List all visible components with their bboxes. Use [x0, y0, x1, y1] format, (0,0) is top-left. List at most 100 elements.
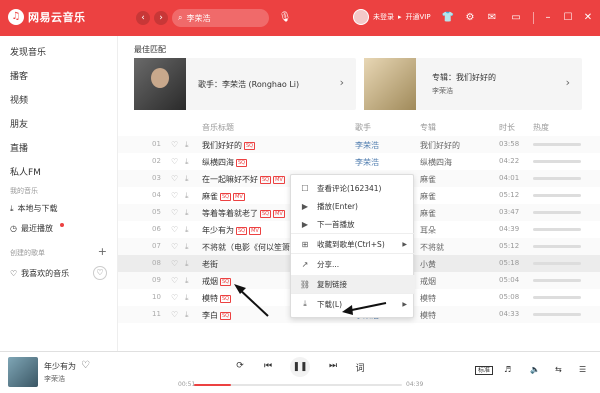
- song-album[interactable]: 不将就: [420, 242, 444, 253]
- mini-mode-icon[interactable]: ▭: [508, 10, 524, 26]
- like-heart-icon[interactable]: ♡: [171, 157, 178, 166]
- song-title[interactable]: 老街: [202, 259, 218, 270]
- minimize-icon[interactable]: –: [540, 10, 556, 26]
- sound-effect-icon[interactable]: ♬: [504, 365, 511, 374]
- next-icon[interactable]: ⏭: [326, 361, 340, 371]
- vip-link[interactable]: 开通VIP: [406, 12, 431, 22]
- back-button[interactable]: ‹: [136, 11, 150, 25]
- shirt-icon[interactable]: 👕: [440, 10, 456, 26]
- forward-button[interactable]: ›: [154, 11, 168, 25]
- download-icon[interactable]: ⤓: [185, 157, 189, 167]
- sidebar-item-podcast[interactable]: 播客: [10, 69, 28, 82]
- like-heart-icon[interactable]: ♡: [171, 174, 178, 183]
- like-heart-icon[interactable]: ♡: [171, 293, 178, 302]
- playlist-icon[interactable]: ☰: [579, 365, 586, 374]
- now-playing-artist[interactable]: 李荣浩: [44, 374, 65, 384]
- sidebar-item-friends[interactable]: 朋友: [10, 117, 28, 130]
- col-album[interactable]: 专辑: [420, 122, 436, 133]
- download-icon[interactable]: ⤓: [185, 259, 189, 269]
- pause-button[interactable]: ❚❚: [290, 357, 310, 377]
- song-album[interactable]: 麻雀: [420, 208, 436, 219]
- like-heart-icon[interactable]: ♡: [171, 259, 178, 268]
- like-icon[interactable]: ♡: [81, 360, 90, 371]
- download-icon[interactable]: ⤓: [185, 276, 189, 286]
- song-album[interactable]: 麻雀: [420, 174, 436, 185]
- song-title[interactable]: 麻雀 SQ MV: [202, 191, 245, 202]
- now-playing-cover[interactable]: [8, 357, 38, 387]
- heartbeat-mode-icon[interactable]: ♡: [93, 266, 107, 280]
- context-menu-item[interactable]: ▶ 播放(Enter): [291, 197, 415, 215]
- album-card[interactable]: 专辑：我们好好的 李荣浩 ›: [364, 58, 582, 110]
- volume-icon[interactable]: 🔈: [530, 365, 540, 374]
- voice-search-icon[interactable]: 🎙: [278, 11, 292, 25]
- song-title[interactable]: 在一起嘛好不好 SQ MV: [202, 174, 285, 185]
- song-artist[interactable]: 李荣浩: [355, 157, 379, 168]
- sidebar-item-video[interactable]: 视频: [10, 93, 28, 106]
- col-artist[interactable]: 歌手: [355, 122, 371, 133]
- song-album[interactable]: 模特: [420, 293, 436, 304]
- avatar[interactable]: [353, 9, 369, 25]
- table-row[interactable]: 02 ♡ ⤓ 纵横四海 SQ 李荣浩 纵横四海 04:22: [118, 153, 600, 170]
- sidebar-item-local-download[interactable]: ⤓ 本地与下载: [10, 203, 58, 214]
- song-artist[interactable]: 李荣浩: [355, 140, 379, 151]
- song-title[interactable]: 等着等着就老了 SQ MV: [202, 208, 285, 219]
- sidebar-item-discover[interactable]: 发现音乐: [10, 45, 46, 58]
- song-album[interactable]: 小黄: [420, 259, 436, 270]
- download-icon[interactable]: ⤓: [185, 208, 189, 218]
- like-heart-icon[interactable]: ♡: [171, 191, 178, 200]
- song-title[interactable]: 戒烟 SQ: [202, 276, 232, 287]
- like-heart-icon[interactable]: ♡: [171, 208, 178, 217]
- col-duration[interactable]: 时长: [499, 122, 515, 133]
- song-title[interactable]: 李白 SQ: [202, 310, 232, 321]
- col-title[interactable]: 音乐标题: [202, 122, 234, 133]
- song-title[interactable]: 年少有为 SQ MV: [202, 225, 261, 236]
- sidebar-item-fm[interactable]: 私人FM: [10, 165, 41, 178]
- song-album[interactable]: 耳朵: [420, 225, 436, 236]
- context-menu-item[interactable]: ☐ 查看评论(162341): [291, 179, 415, 197]
- sidebar-item-live[interactable]: 直播: [10, 141, 28, 154]
- sidebar-item-liked[interactable]: ♡ 我喜欢的音乐: [10, 268, 69, 279]
- quality-button[interactable]: 标准: [475, 365, 494, 375]
- context-menu-item[interactable]: ⊞ 收藏到歌单(Ctrl+S) ▶: [291, 235, 415, 253]
- share-listen-icon[interactable]: ⇆: [555, 365, 562, 374]
- download-icon[interactable]: ⤓: [185, 225, 189, 235]
- close-icon[interactable]: ✕: [580, 10, 596, 26]
- like-heart-icon[interactable]: ♡: [171, 140, 178, 149]
- song-album[interactable]: 纵横四海: [420, 157, 452, 168]
- app-logo[interactable]: ♫ 网易云音乐: [8, 9, 86, 25]
- search-input[interactable]: [186, 13, 257, 23]
- download-icon[interactable]: ⤓: [185, 242, 189, 252]
- like-heart-icon[interactable]: ♡: [171, 310, 178, 319]
- context-menu-item[interactable]: ⤓ 下载(L) ▶: [291, 295, 415, 313]
- add-playlist-icon[interactable]: +: [98, 245, 107, 258]
- maximize-icon[interactable]: ☐: [560, 10, 576, 26]
- context-menu-item[interactable]: ↗ 分享...: [291, 255, 415, 273]
- lyrics-button[interactable]: 词: [353, 361, 367, 374]
- song-album[interactable]: 我们好好的: [420, 140, 460, 151]
- artist-card[interactable]: 歌手：李荣浩 (Ronghao Li) ›: [134, 58, 356, 110]
- sidebar-item-recent[interactable]: ◷ 最近播放: [10, 223, 53, 234]
- like-heart-icon[interactable]: ♡: [171, 276, 178, 285]
- loop-icon[interactable]: ⟳: [233, 361, 247, 371]
- login-status[interactable]: 未登录: [373, 12, 394, 22]
- song-album[interactable]: 麻雀: [420, 191, 436, 202]
- song-album[interactable]: 模特: [420, 310, 436, 321]
- download-icon[interactable]: ⤓: [185, 191, 189, 201]
- download-icon[interactable]: ⤓: [185, 310, 189, 320]
- song-title[interactable]: 纵横四海 SQ: [202, 157, 248, 168]
- settings-icon[interactable]: ⚙: [462, 10, 478, 26]
- song-title[interactable]: 我们好好的 SQ: [202, 140, 256, 151]
- like-heart-icon[interactable]: ♡: [171, 225, 178, 234]
- now-playing-title[interactable]: 年少有为: [44, 361, 76, 372]
- user-area[interactable]: 未登录 ▸ 开通VIP: [353, 9, 431, 25]
- context-menu-item[interactable]: ⛓ 复制链接: [291, 275, 415, 293]
- table-row[interactable]: 01 ♡ ⤓ 我们好好的 SQ 李荣浩 我们好好的 03:58: [118, 136, 600, 153]
- mail-icon[interactable]: ✉: [484, 10, 500, 26]
- song-title[interactable]: 模特 SQ: [202, 293, 232, 304]
- download-icon[interactable]: ⤓: [185, 293, 189, 303]
- like-heart-icon[interactable]: ♡: [171, 242, 178, 251]
- dropdown-arrow-icon[interactable]: ▸: [398, 13, 402, 21]
- context-menu-item[interactable]: ▶ 下一首播放: [291, 215, 415, 233]
- download-icon[interactable]: ⤓: [185, 140, 189, 150]
- previous-icon[interactable]: ⏮: [261, 361, 275, 371]
